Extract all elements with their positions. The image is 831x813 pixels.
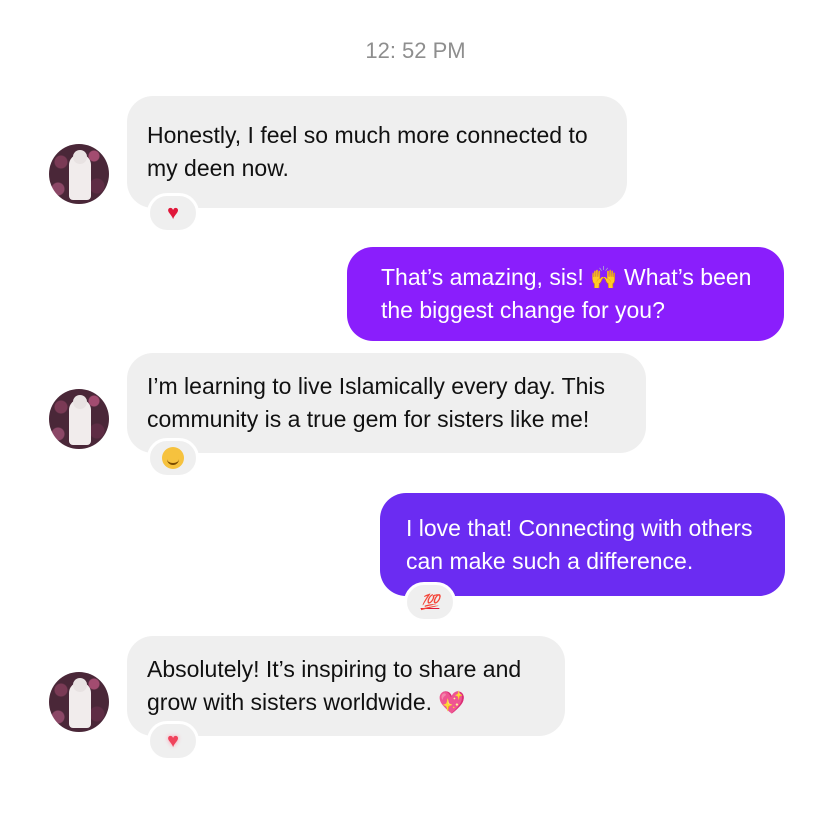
sparkling-heart-icon: 💖 bbox=[438, 690, 466, 715]
message-text-part: That’s amazing, sis! bbox=[381, 264, 584, 290]
message-text: I love that! Connecting with others can … bbox=[406, 514, 753, 574]
message-text: Honestly, I feel so much more connected … bbox=[147, 122, 588, 181]
avatar[interactable] bbox=[49, 144, 109, 204]
reaction-badge[interactable]: ♥ bbox=[147, 193, 199, 233]
avatar[interactable] bbox=[49, 672, 109, 732]
message-bubble-incoming[interactable]: Honestly, I feel so much more connected … bbox=[127, 96, 627, 208]
avatar-head bbox=[73, 678, 87, 692]
avatar[interactable] bbox=[49, 389, 109, 449]
message-bubble-incoming[interactable]: I’m learning to live Islamically every d… bbox=[127, 353, 646, 453]
avatar-head bbox=[73, 395, 87, 409]
message-text: Absolutely! It’s inspiring to share and … bbox=[147, 653, 545, 719]
reaction-badge[interactable]: 💯 bbox=[404, 582, 456, 622]
heart-icon: ♥ bbox=[167, 729, 179, 752]
raising-hands-icon: 🙌 bbox=[590, 265, 618, 290]
timestamp: 12: 52 PM bbox=[365, 38, 466, 63]
message-bubble-outgoing[interactable]: That’s amazing, sis! 🙌 What’s been the b… bbox=[347, 247, 784, 341]
heart-icon: ♥ bbox=[167, 201, 179, 224]
message-text: I’m learning to live Islamically every d… bbox=[147, 373, 606, 432]
avatar-head bbox=[73, 150, 87, 164]
smiling-face-with-hearts-icon bbox=[162, 447, 184, 469]
hundred-points-icon: 💯 bbox=[420, 594, 440, 611]
message-bubble-incoming[interactable]: Absolutely! It’s inspiring to share and … bbox=[127, 636, 565, 736]
reaction-badge[interactable] bbox=[147, 438, 199, 478]
reaction-badge[interactable]: ♥ bbox=[147, 721, 199, 761]
message-text: That’s amazing, sis! 🙌 What’s been the b… bbox=[381, 261, 764, 327]
message-bubble-outgoing[interactable]: I love that! Connecting with others can … bbox=[380, 493, 785, 596]
